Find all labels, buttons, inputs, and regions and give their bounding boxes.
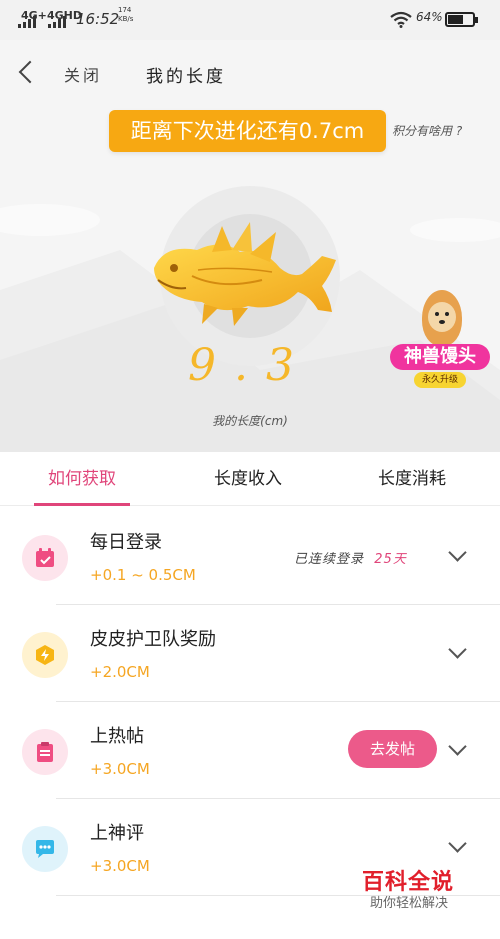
tab-length-income[interactable]: 长度收入 [200,452,296,506]
tab-bar: 如何获取 长度收入 长度消耗 [0,452,500,506]
page-title: 我的长度 [146,67,226,87]
item-icon-bg [22,729,68,775]
speed-unit: KB/s [118,15,134,23]
network-speed: 174 KB/s [118,6,133,24]
post-button[interactable]: 去发帖 [348,730,437,768]
item-icon-bg [22,826,68,872]
chevron-down-icon[interactable] [448,647,466,659]
tab-active-indicator [34,503,130,506]
list-item-daily-login[interactable]: 每日登录 +0.1 ~ 0.5CM 已连续登录 25天 [0,508,500,605]
item-amount: +3.0CM [90,857,150,875]
item-name: 上神评 [90,823,144,844]
length-label: 我的长度(cm) [212,414,288,428]
chevron-down-icon[interactable] [448,841,466,853]
battery-icon [445,12,478,27]
length-hero: 关闭 我的长度 距离下次进化还有0.7cm 积分有啥用 ? 9.3 我的长度(c… [0,40,500,452]
nav-bar: 关闭 我的长度 [0,40,500,104]
item-amount: +2.0CM [90,663,150,681]
badge-subtitle: 永久升级 [414,372,466,388]
tab-label: 长度消耗 [378,469,446,489]
item-name: 上热帖 [90,726,144,747]
points-help-link[interactable]: 积分有啥用 ? [392,122,462,139]
tab-label: 长度收入 [214,469,282,489]
item-icon-bg [22,535,68,581]
list-item-hot-post[interactable]: 上热帖 +3.0CM 去发帖 [0,702,500,799]
network-type-1: 4G+ [21,9,47,22]
status-bar: 4G+ 4GHD 16:52 174 KB/s 64% [0,0,500,40]
pomeranian-icon [422,290,462,346]
streak-days: 25天 [374,552,407,567]
mascot-badge[interactable]: 神兽馒头 永久升级 [386,290,494,400]
clipboard-icon [37,742,53,762]
tab-label: 如何获取 [48,469,116,489]
list-item-guard-reward[interactable]: 皮皮护卫队奖励 +2.0CM [0,605,500,702]
back-button[interactable] [14,58,40,88]
watermark: 百科全说 助你轻松解决 [356,864,466,924]
item-name: 每日登录 [90,532,162,553]
tab-how-to-earn[interactable]: 如何获取 [34,452,130,506]
shield-bolt-icon [36,645,54,665]
chat-bubble-icon [36,840,54,858]
close-link[interactable]: 关闭 [64,62,102,86]
watermark-subtitle: 助你轻松解决 [370,896,449,911]
badge-title: 神兽馒头 [390,344,490,370]
wifi-icon [390,11,412,28]
streak-label: 已连续登录 [294,552,365,567]
item-icon-bg [22,632,68,678]
tab-length-spending[interactable]: 长度消耗 [364,452,460,506]
chevron-down-icon[interactable] [448,550,466,562]
evolution-banner: 距离下次进化还有0.7cm [109,110,386,152]
item-amount: +3.0CM [90,760,150,778]
speed-value: 174 [118,6,132,14]
calendar-icon [36,548,54,567]
battery-fill [448,15,464,24]
login-streak: 已连续登录 25天 [294,548,407,567]
item-name: 皮皮护卫队奖励 [90,629,216,650]
battery-percent: 64% [416,10,443,24]
clock: 16:52 [76,10,120,28]
golden-fish-icon [154,222,336,326]
item-amount: +0.1 ~ 0.5CM [90,566,196,584]
chevron-down-icon[interactable] [448,744,466,756]
